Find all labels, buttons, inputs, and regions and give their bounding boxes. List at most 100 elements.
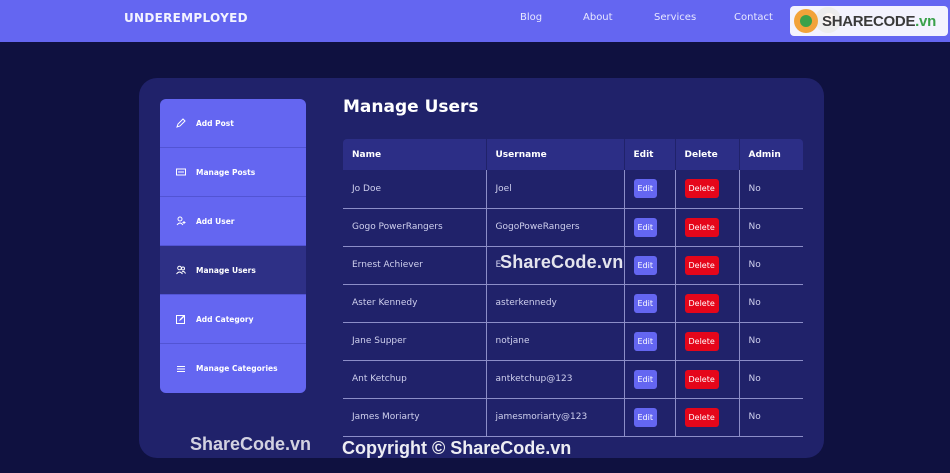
edit-button[interactable]: Edit [633,369,657,389]
user-admin: No [748,222,761,232]
delete-button[interactable]: Delete [684,255,719,275]
cell-delete: Delete [675,208,740,247]
table-header-row: Name Username Edit Delete Admin [343,139,803,170]
user-name: James Moriarty [352,412,420,422]
user-admin: No [748,260,761,270]
delete-button[interactable]: Delete [684,217,719,237]
cell-username: notjane [486,322,625,361]
watermark-copyright: Copyright © ShareCode.vn [342,438,572,458]
page-title: Manage Users [343,97,479,117]
edit-button[interactable]: Edit [633,293,657,313]
cell-edit: Edit [624,360,676,399]
delete-button[interactable]: Delete [684,293,719,313]
cell-name: Jo Doe [343,170,487,209]
user-name: Ernest Achiever [352,260,423,270]
table-row: James Moriarty jamesmoriarty@123 Edit Delet… [343,398,803,437]
cell-admin: No [739,170,803,209]
sidebar-item-label: Add Category [196,314,254,324]
sidebar-item-add-user[interactable]: Add User [160,197,306,246]
user-admin: No [748,412,761,422]
user-admin: No [748,336,761,346]
user-username: notjane [495,336,530,346]
column-header-admin: Admin [739,139,803,170]
top-navbar: UNDEREMPLOYED Blog About Services Contac… [0,0,950,42]
cell-name: Jane Supper [343,322,487,361]
sidebar-item-label: Manage Categories [196,364,278,373]
delete-button[interactable]: Delete [684,331,719,351]
cell-delete: Delete [675,360,740,399]
watermark-center: ShareCode.vn [500,252,624,272]
cell-edit: Edit [624,398,676,437]
cell-delete: Delete [675,246,740,285]
sharecode-logo: SHARECODE.vn [790,6,948,36]
sharecode-logo-icon [794,9,818,33]
logo-text-main: SHARECODE [822,12,916,30]
cell-username: GogoPoweRangers [486,208,625,247]
sidebar-item-manage-posts[interactable]: Manage Posts [160,148,306,197]
brand-logo[interactable]: UNDEREMPLOYED [124,11,248,25]
user-username: Joel [495,183,512,194]
user-name: Jo Doe [352,183,381,194]
nav-about[interactable]: About [583,12,613,23]
add-user-icon [176,216,186,226]
posts-icon [176,167,186,177]
cell-name: James Moriarty [343,398,487,437]
cell-edit: Edit [624,322,676,361]
cell-name: Aster Kennedy [343,284,487,323]
cell-admin: No [739,246,803,285]
cell-admin: No [739,208,803,247]
edit-button[interactable]: Edit [633,217,657,237]
nav-contact[interactable]: Contact [734,12,773,23]
user-username: antketchup@123 [495,374,573,384]
logo-text-suffix: .vn [915,12,936,30]
sidebar-item-manage-users[interactable]: Manage Users [160,246,306,295]
cell-edit: Edit [624,284,676,323]
sidebar-item-label: Manage Users [196,265,256,275]
user-username: jamesmoriarty@123 [495,412,588,422]
cell-username: asterkennedy [486,284,625,323]
cell-name: Ant Ketchup [343,360,487,399]
table-row: Jane Supper notjane Edit Delete No [343,322,803,361]
cell-admin: No [739,284,803,323]
watermark-bottom-left: ShareCode.vn [190,434,312,454]
nav-blog[interactable]: Blog [520,12,542,23]
table-row: Gogo PowerRangers GogoPoweRangers Edit Dele… [343,208,803,247]
edit-button[interactable]: Edit [633,255,657,275]
delete-button[interactable]: Delete [684,179,719,199]
user-name: Aster Kennedy [352,298,418,308]
user-name: Jane Supper [352,336,407,346]
table-row: Aster Kennedy asterkennedy Edit Delete No [343,284,803,323]
edit-button[interactable]: Edit [633,179,657,199]
cell-delete: Delete [675,398,740,437]
user-admin: No [748,298,761,308]
user-username: GogoPoweRangers [495,222,580,232]
cell-edit: Edit [624,208,676,247]
cell-delete: Delete [675,322,740,361]
cell-edit: Edit [624,246,676,285]
user-admin: No [748,374,761,384]
table-row: Jo Doe Joel Edit Delete No [343,170,803,209]
sidebar-item-add-category[interactable]: Add Category [160,295,306,344]
cell-username: Joel [486,170,625,209]
users-table: Name Username Edit Delete Admin Jo Doe Jo… [343,139,803,437]
users-icon [176,265,186,275]
delete-button[interactable]: Delete [684,369,719,389]
column-header-username: Username [486,139,625,170]
cell-name: Ernest Achiever [343,246,487,285]
column-header-edit: Edit [624,139,676,170]
edit-button[interactable]: Edit [633,331,657,351]
sidebar-item-add-post[interactable]: Add Post [160,99,306,148]
sidebar-item-label: Manage Posts [196,167,256,177]
cell-admin: No [739,360,803,399]
cell-admin: No [739,322,803,361]
sidebar-item-label: Add User [196,216,235,226]
table-row: Ant Ketchup antketchup@123 Edit Delete No [343,360,803,399]
delete-button[interactable]: Delete [684,407,719,427]
sidebar-item-manage-categories[interactable]: Manage Categories [160,344,306,393]
nav-services[interactable]: Services [654,12,696,23]
cell-username: antketchup@123 [486,360,625,399]
cell-delete: Delete [675,284,740,323]
edit-button[interactable]: Edit [633,407,657,427]
user-name: Ant Ketchup [352,374,407,384]
pencil-icon [176,118,186,128]
